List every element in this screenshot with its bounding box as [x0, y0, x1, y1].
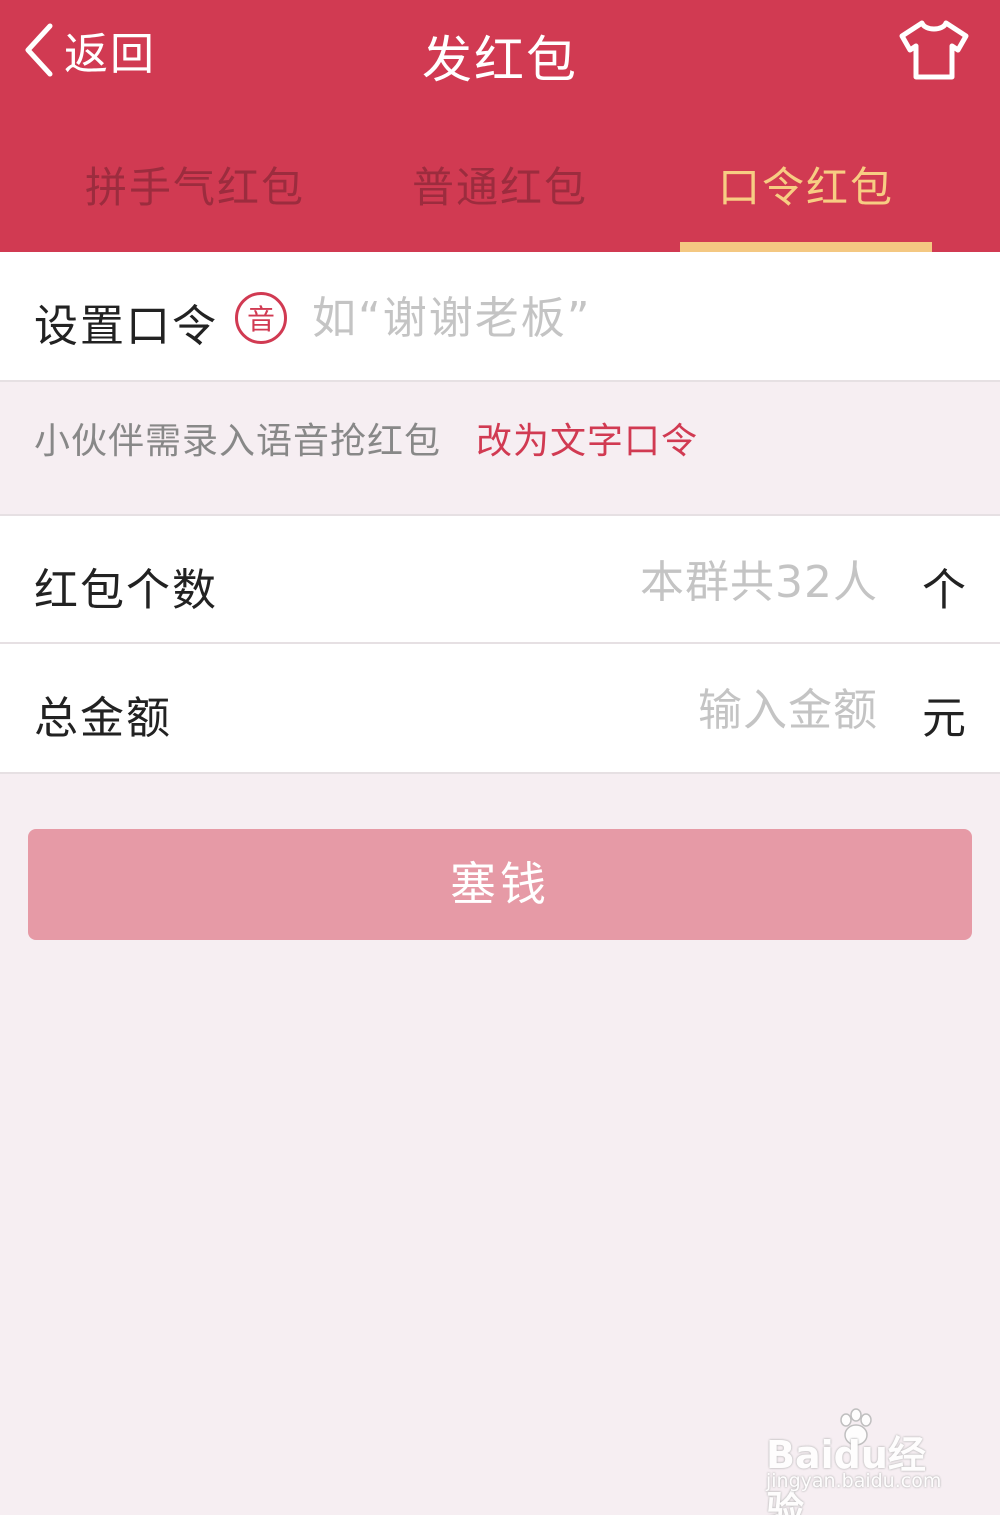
packet-count-row: 红包个数 个 [0, 514, 1000, 644]
watermark-url: jingyan.baidu.com [766, 1470, 942, 1492]
total-amount-row: 总金额 元 [0, 644, 1000, 774]
total-amount-label: 总金额 [34, 693, 172, 744]
tshirt-icon [899, 20, 969, 80]
page-title: 发红包 [422, 31, 578, 89]
tab-label: 拼手气红包 [84, 163, 305, 212]
command-input[interactable] [312, 288, 972, 348]
baidu-watermark: Baidu经验 jingyan.baidu.com [766, 1408, 956, 1515]
voice-mode-icon[interactable]: 音 [235, 292, 287, 344]
tab-normal-packet[interactable]: 普通红包 [370, 150, 630, 252]
put-money-button[interactable]: 塞钱 [28, 829, 972, 940]
red-packet-screen: 返回 发红包 拼手气红包 普通红包 口令红包 设置口令 音 小伙伴需录入语音抢红… [0, 0, 1000, 1515]
voice-hint-text: 小伙伴需录入语音抢红包 [34, 421, 442, 462]
command-row: 设置口令 [0, 252, 1000, 382]
total-amount-unit: 元 [922, 693, 966, 744]
switch-to-text-link[interactable]: 改为文字口令 [476, 412, 698, 464]
tab-label: 普通红包 [411, 163, 588, 212]
active-tab-indicator [680, 242, 932, 252]
packet-count-label: 红包个数 [34, 565, 218, 616]
tab-bar: 拼手气红包 普通红包 口令红包 [0, 150, 1000, 252]
packet-count-unit: 个 [922, 565, 966, 616]
skin-button[interactable] [898, 18, 970, 82]
tab-command-packet[interactable]: 口令红包 [680, 150, 932, 252]
total-amount-input[interactable] [518, 678, 878, 742]
command-label: 设置口令 [34, 301, 218, 352]
packet-count-input[interactable] [518, 550, 878, 614]
tab-lucky-packet[interactable]: 拼手气红包 [60, 150, 330, 252]
header-bar: 返回 发红包 拼手气红包 普通红包 口令红包 [0, 0, 1000, 252]
tab-label: 口令红包 [717, 163, 894, 212]
